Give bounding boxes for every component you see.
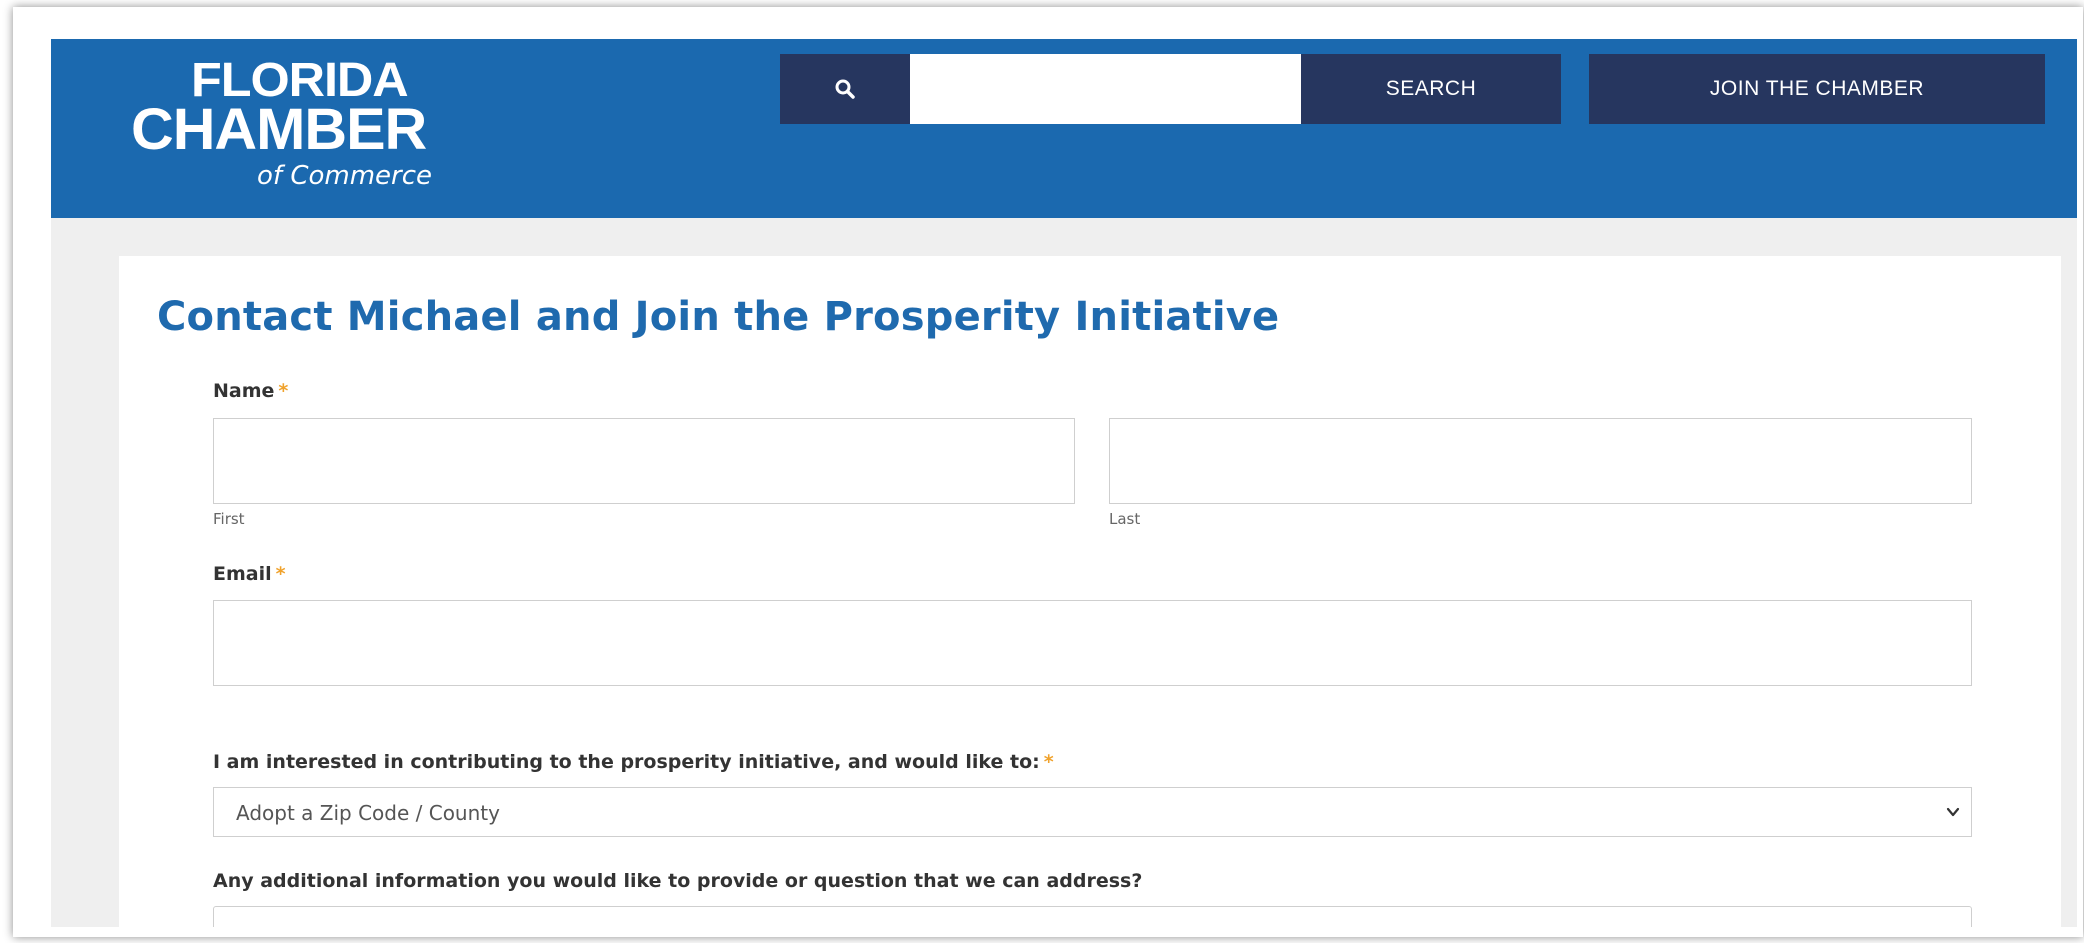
last-name-sublabel: Last <box>1109 510 1141 528</box>
interest-label: I am interested in contributing to the p… <box>213 751 1054 773</box>
screenshot-frame: FLORIDA CHAMBER of Commerce SEARCH JOIN … <box>13 7 2083 937</box>
email-label: Email * <box>213 563 286 585</box>
page-title: Contact Michael and Join the Prosperity … <box>157 294 1280 340</box>
search-button[interactable]: SEARCH <box>1301 54 1561 124</box>
search-input[interactable] <box>910 54 1301 124</box>
additional-info-label: Any additional information you would lik… <box>213 870 1143 892</box>
required-marker: * <box>275 563 286 585</box>
chevron-down-icon <box>1946 807 1960 817</box>
site-page: FLORIDA CHAMBER of Commerce SEARCH JOIN … <box>51 39 2077 927</box>
search-icon-button[interactable] <box>780 54 910 124</box>
contact-form-card: Contact Michael and Join the Prosperity … <box>119 256 2061 927</box>
logo-line-of-commerce: of Commerce <box>257 161 433 191</box>
email-field[interactable] <box>213 600 1972 686</box>
interest-label-text: I am interested in contributing to the p… <box>213 751 1040 773</box>
first-name-sublabel: First <box>213 510 245 528</box>
name-label-text: Name <box>213 380 275 402</box>
first-name-field[interactable] <box>213 418 1075 504</box>
site-header: FLORIDA CHAMBER of Commerce SEARCH JOIN … <box>51 39 2077 218</box>
join-the-chamber-button[interactable]: JOIN THE CHAMBER <box>1589 54 2045 124</box>
name-label: Name * <box>213 380 288 402</box>
interest-select[interactable]: Adopt a Zip Code / County <box>213 787 1972 837</box>
interest-select-value: Adopt a Zip Code / County <box>236 801 500 825</box>
email-label-text: Email <box>213 563 272 585</box>
required-marker: * <box>278 380 289 402</box>
required-marker: * <box>1043 751 1054 773</box>
florida-chamber-logo[interactable]: FLORIDA CHAMBER of Commerce <box>131 57 451 217</box>
search-icon <box>835 79 855 99</box>
last-name-field[interactable] <box>1109 418 1972 504</box>
logo-line-chamber: CHAMBER <box>131 97 427 162</box>
additional-info-textarea[interactable] <box>213 906 1972 927</box>
